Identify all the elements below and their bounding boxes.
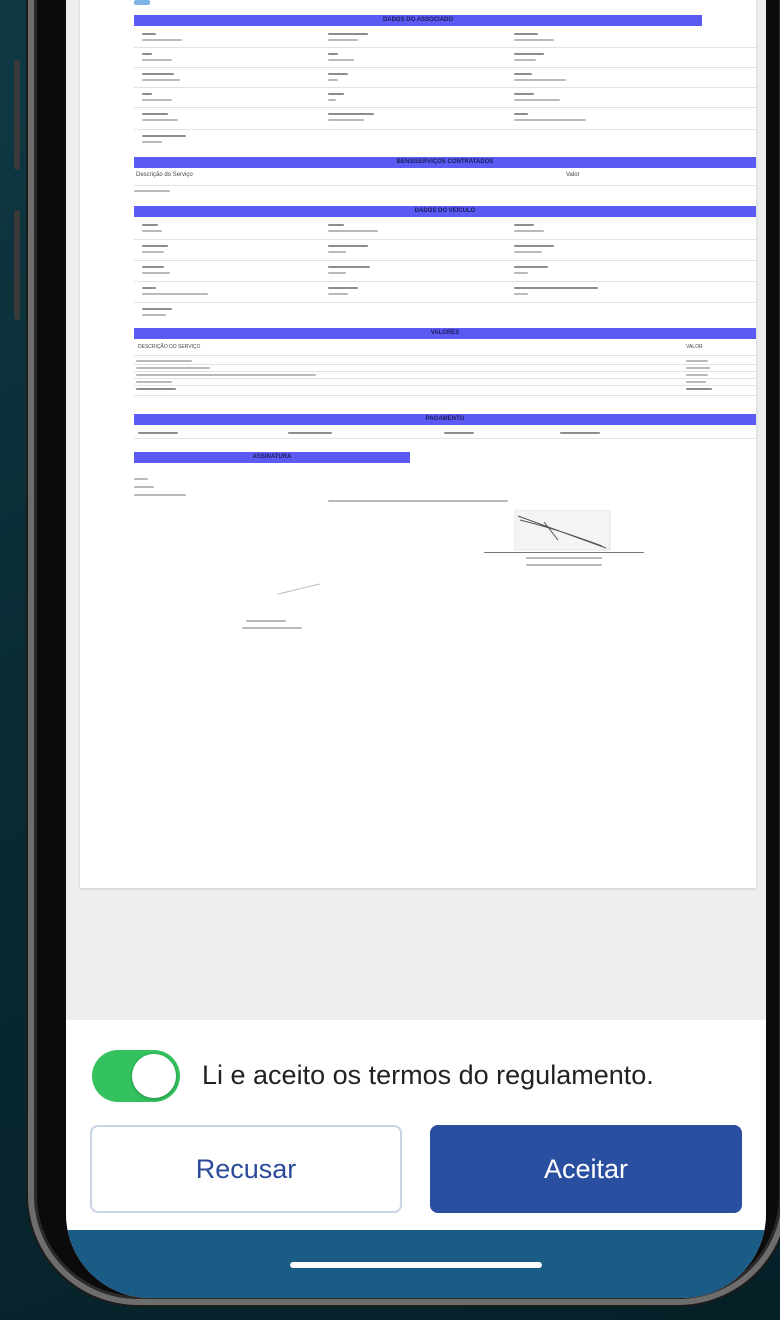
table-row <box>134 88 756 108</box>
section-bar-valores: VALORES <box>134 328 756 339</box>
signature-line <box>484 552 644 553</box>
volume-up-button <box>14 60 20 170</box>
signatory-name <box>526 557 602 559</box>
service-item <box>134 190 170 192</box>
signature-place-date <box>328 500 508 502</box>
table-row <box>134 386 756 396</box>
accept-button[interactable]: Aceitar <box>430 1125 742 1213</box>
associate-document <box>242 627 302 629</box>
document-logo <box>134 0 150 5</box>
table-row <box>134 48 756 68</box>
table-row <box>134 303 756 325</box>
signature-info <box>134 494 186 496</box>
table-row <box>134 365 756 372</box>
table-row <box>134 379 756 386</box>
table-row <box>134 427 756 439</box>
section-bar-associado: DADOS DO ASSOCIADO <box>134 15 702 26</box>
values-col-left: DESCRIÇÃO DO SERVIÇO <box>138 344 201 350</box>
table-row <box>134 240 756 261</box>
section-bar-pagamento: PAGAMENTO <box>134 414 756 425</box>
service-col-left: Descrição do Serviço <box>136 172 193 178</box>
company-signature <box>514 510 611 551</box>
regulation-document[interactable]: DADOS DO ASSOCIADO BENS/SERVIÇOS CONTRAT… <box>80 0 756 888</box>
table-row <box>134 282 756 303</box>
signature-info <box>134 486 154 488</box>
terms-label: Li e aceito os termos do regulamento. <box>202 1060 654 1090</box>
terms-toggle[interactable] <box>92 1050 180 1102</box>
table-row <box>134 28 756 48</box>
table-row <box>134 219 756 240</box>
associate-signature <box>277 583 321 595</box>
table-row: Descrição do Serviço Valor <box>134 170 756 186</box>
toggle-knob <box>132 1054 176 1098</box>
footer-band <box>66 1230 766 1298</box>
table-row <box>134 130 756 152</box>
associate-name <box>246 620 286 622</box>
service-col-right: Valor <box>566 172 580 178</box>
terms-action-sheet: Li e aceito os termos do regulamento. Re… <box>66 1020 766 1230</box>
section-bar-veiculo: DADOS DO VEÍCULO <box>134 206 756 217</box>
table-row <box>134 372 756 379</box>
table-row <box>134 68 756 88</box>
signature-info <box>134 478 148 480</box>
refuse-button[interactable]: Recusar <box>90 1125 402 1213</box>
section-bar-servicos: BENS/SERVIÇOS CONTRATADOS <box>134 157 756 168</box>
volume-down-button <box>14 210 20 320</box>
table-row <box>134 108 756 130</box>
section-bar-assinatura: ASSINATURA <box>134 452 410 463</box>
table-row <box>134 358 756 365</box>
table-row <box>134 261 756 282</box>
values-col-right: VALOR <box>686 344 703 350</box>
home-indicator[interactable] <box>290 1262 542 1268</box>
table-row: DESCRIÇÃO DO SERVIÇO VALOR <box>134 342 756 356</box>
phone-screen: DADOS DO ASSOCIADO BENS/SERVIÇOS CONTRAT… <box>66 0 766 1298</box>
signatory-document <box>526 564 602 566</box>
